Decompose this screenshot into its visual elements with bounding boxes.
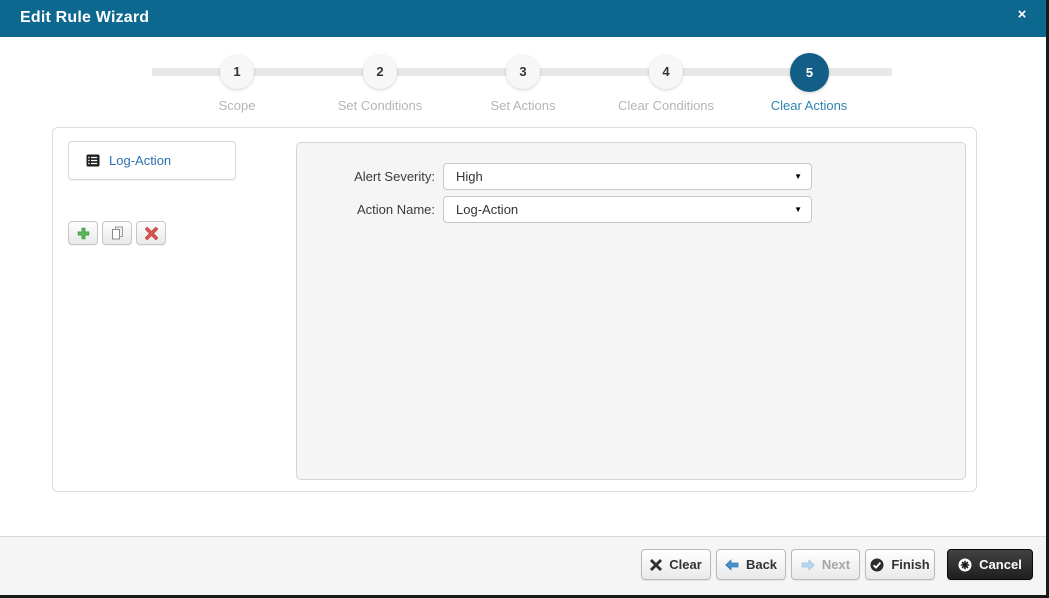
next-button-label: Next	[821, 557, 851, 572]
step-circle-5[interactable]: 5	[790, 53, 829, 92]
finish-button-label: Finish	[891, 557, 930, 572]
step-label-2: Set Conditions	[337, 98, 423, 113]
chevron-down-icon: ▼	[794, 172, 802, 181]
wizard-footer: Clear Back Next Finish Cancel	[0, 536, 1046, 595]
alert-severity-select[interactable]: High ▼	[443, 163, 812, 190]
titlebar: Edit Rule Wizard ×	[0, 0, 1046, 37]
cancel-button-label: Cancel	[979, 557, 1022, 572]
step-label-1: Scope	[218, 98, 256, 113]
delete-x-icon	[144, 226, 158, 240]
add-plus-icon	[77, 227, 90, 240]
next-button[interactable]: Next	[791, 549, 860, 580]
next-arrow-icon	[801, 558, 815, 571]
step-progress-bar: 1 Scope 2 Set Conditions 3 Set Actions 4…	[0, 37, 1046, 127]
alert-severity-value: High	[456, 169, 483, 184]
back-arrow-icon	[725, 558, 739, 571]
wizard-content-panel: Log-Action Alert Severity: High ▼ Action…	[52, 127, 977, 492]
step-label-5: Clear Actions	[770, 98, 848, 113]
delete-action-button[interactable]	[136, 221, 166, 245]
clear-x-icon	[650, 558, 663, 571]
chevron-down-icon: ▼	[794, 205, 802, 214]
alert-severity-label: Alert Severity:	[354, 169, 435, 184]
copy-icon	[111, 226, 124, 240]
list-icon	[86, 154, 100, 167]
add-action-button[interactable]	[68, 221, 98, 245]
action-list-item-log-action[interactable]: Log-Action	[68, 141, 236, 180]
footer-button-row: Clear Back Next Finish Cancel	[641, 549, 1033, 580]
step-circle-4[interactable]: 4	[649, 55, 683, 89]
step-circle-2[interactable]: 2	[363, 55, 397, 89]
action-name-value: Log-Action	[456, 202, 519, 217]
action-list-toolbar	[68, 221, 166, 245]
step-label-4: Clear Conditions	[617, 98, 715, 113]
finish-button[interactable]: Finish	[865, 549, 935, 580]
clear-actions-form-panel: Alert Severity: High ▼ Action Name: Log-…	[296, 142, 966, 480]
back-button-label: Back	[745, 557, 778, 572]
cancel-circle-icon	[958, 558, 972, 572]
action-item-label: Log-Action	[109, 153, 172, 168]
action-name-label: Action Name:	[356, 202, 435, 217]
window-title: Edit Rule Wizard	[20, 9, 150, 26]
cancel-button[interactable]: Cancel	[947, 549, 1033, 580]
clear-button-label: Clear	[669, 557, 702, 572]
step-circle-3[interactable]: 3	[506, 55, 540, 89]
action-name-select[interactable]: Log-Action ▼	[443, 196, 812, 223]
step-circle-1[interactable]: 1	[220, 55, 254, 89]
finish-check-icon	[870, 558, 884, 572]
back-button[interactable]: Back	[716, 549, 786, 580]
step-label-3: Set Actions	[490, 98, 556, 113]
copy-action-button[interactable]	[102, 221, 132, 245]
clear-button[interactable]: Clear	[641, 549, 711, 580]
close-icon[interactable]: ×	[1013, 0, 1031, 30]
edit-rule-wizard-dialog: Edit Rule Wizard × 1 Scope 2 Set Conditi…	[0, 0, 1049, 598]
